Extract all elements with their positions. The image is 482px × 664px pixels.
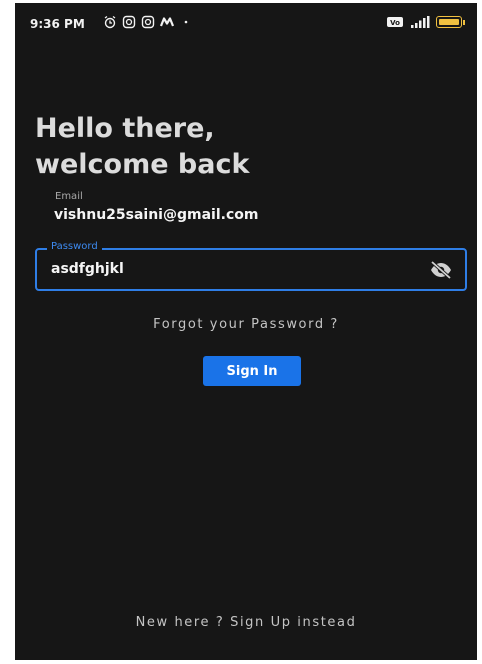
email-field[interactable]: vishnu25saini@gmail.com: [54, 207, 258, 223]
notification-icons: [103, 15, 193, 29]
system-icons: Vo: [386, 15, 465, 29]
status-time: 9:36 PM: [30, 17, 85, 31]
password-input-value[interactable]: asdfghjkl: [51, 261, 124, 277]
eye-off-icon[interactable]: [429, 260, 453, 280]
sign-up-link[interactable]: New here ? Sign Up instead: [15, 615, 477, 630]
battery-tip: [463, 19, 465, 25]
password-field[interactable]: Password asdfghjkl: [35, 241, 467, 291]
instagram-icon: [122, 15, 136, 29]
status-bar: 9:36 PM Vo: [15, 3, 477, 47]
welcome-line-2: welcome back: [35, 149, 250, 180]
signal-icon: [411, 16, 430, 28]
welcome-line-1: Hello there,: [35, 113, 215, 144]
password-label: Password: [47, 241, 102, 252]
app-screen: 9:36 PM Vo Hello there, welcome back Ema…: [15, 3, 477, 660]
battery-icon: [436, 16, 462, 28]
email-label: Email: [55, 191, 83, 202]
svg-text:Vo: Vo: [390, 19, 400, 27]
welcome-heading: Hello there, welcome back: [35, 111, 455, 183]
sign-in-button[interactable]: Sign In: [203, 356, 301, 386]
vowifi-icon: Vo: [387, 17, 403, 27]
forgot-password-link[interactable]: Forgot your Password ?: [15, 317, 477, 332]
mail-icon: [160, 17, 174, 27]
alarm-icon: [104, 15, 116, 29]
instagram-icon: [141, 15, 155, 29]
dot-icon: [184, 20, 188, 24]
